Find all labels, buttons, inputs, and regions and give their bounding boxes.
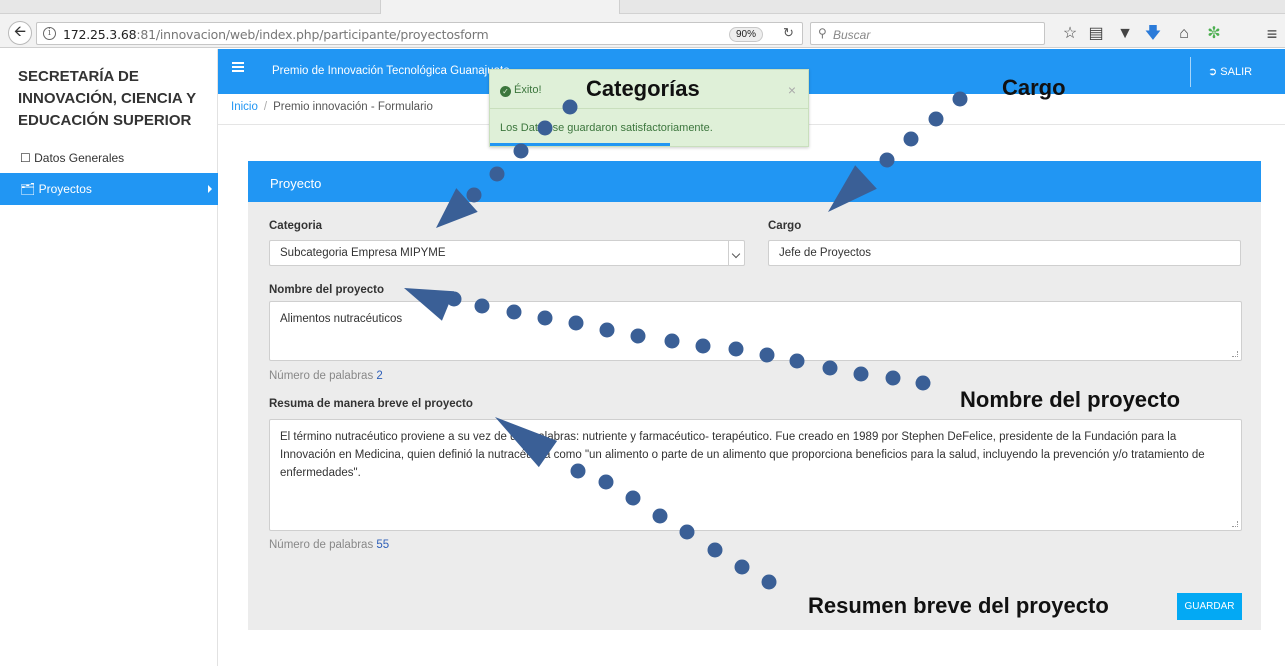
categoria-value: Subcategoria Empresa MIPYME <box>280 247 446 259</box>
card-header: Proyecto <box>248 161 1261 202</box>
zoom-level[interactable]: 90% <box>729 27 764 42</box>
browser-toolbar: 🡨 i 172.25.3.68:81/innovacion/web/index.… <box>0 0 1285 48</box>
menu-icon[interactable]: ≡ <box>1262 24 1282 44</box>
cargo-field[interactable]: Jefe de Proyectos <box>768 240 1241 266</box>
divider <box>490 108 808 109</box>
brand-title: SECRETARÍA DE INNOVACIÓN, CIENCIA Y EDUC… <box>18 68 196 129</box>
annotation-resumen: Resumen breve del proyecto <box>808 593 1109 618</box>
card-title: Proyecto <box>270 176 322 191</box>
divider <box>1190 57 1191 87</box>
extension-icon[interactable]: ✼ <box>1204 24 1224 44</box>
folder-open-icon: 🗂 <box>20 182 36 196</box>
cargo-label: Cargo <box>768 220 802 232</box>
sign-out-icon: ➲ <box>1208 66 1218 78</box>
breadcrumb-home-link[interactable]: Inicio <box>231 101 258 113</box>
resize-grip-icon[interactable] <box>1232 351 1238 357</box>
caret-right-icon <box>208 185 212 193</box>
address-bar[interactable]: i 172.25.3.68:81/innovacion/web/index.ph… <box>36 22 803 45</box>
sidebar: SECRETARÍA DE INNOVACIÓN, CIENCIA Y EDUC… <box>0 49 218 666</box>
sidebar-item-label: Proyectos <box>38 182 92 196</box>
resumen-value: El término nutracéutico proviene a su ve… <box>280 431 1205 479</box>
toast-title: ✓ Éxito! <box>500 84 542 97</box>
chevron-down-icon <box>728 241 744 265</box>
nombre-value: Alimentos nutracéuticos <box>280 313 403 325</box>
resumen-word-count: Número de palabras 55 <box>269 539 390 551</box>
categoria-label: Categoria <box>269 220 323 232</box>
annotation-cargo: Cargo <box>1002 75 1066 100</box>
nombre-word-count: Número de palabras 2 <box>269 370 383 382</box>
download-icon[interactable]: 🡇 <box>1143 24 1163 44</box>
url-text: 172.25.3.68:81/innovacion/web/index.php/… <box>63 27 489 42</box>
breadcrumb: Inicio / Premio innovación - Formulario <box>231 101 433 113</box>
sidebar-item-proyectos[interactable]: 🗂 Proyectos <box>0 173 218 205</box>
reading-list-icon[interactable]: ▤ <box>1086 24 1106 44</box>
arrow-left-icon: 🡨 <box>13 22 27 40</box>
search-icon: ⚲ <box>818 26 827 40</box>
close-icon[interactable]: × <box>788 82 796 98</box>
star-icon[interactable]: ☆ <box>1060 24 1080 44</box>
search-input[interactable]: ⚲ Buscar <box>810 22 1045 45</box>
app-title: Premio de Innovación Tecnológica Guanaju… <box>272 65 510 77</box>
annotation-dot-cargo <box>903 131 919 147</box>
cargo-value: Jefe de Proyectos <box>779 247 872 259</box>
nombre-textarea[interactable]: Alimentos nutracéuticos <box>269 301 1242 361</box>
hamburger-icon[interactable] <box>232 62 244 72</box>
resize-grip-icon[interactable] <box>1232 521 1238 527</box>
breadcrumb-current: Premio innovación - Formulario <box>273 101 433 113</box>
reload-icon[interactable]: ↻ <box>783 25 794 41</box>
search-placeholder: Buscar <box>833 28 871 42</box>
sidebar-item-label: Datos Generales <box>34 151 125 165</box>
toast-message: Los Datos se guardaron satisfactoriament… <box>500 122 713 134</box>
back-button[interactable]: 🡨 <box>8 21 32 45</box>
annotation-nombre: Nombre del proyecto <box>960 387 1181 412</box>
toast-progress-bar <box>490 143 670 146</box>
categoria-select[interactable]: Subcategoria Empresa MIPYME <box>269 240 745 266</box>
resumen-textarea[interactable]: El término nutracéutico proviene a su ve… <box>269 419 1242 531</box>
square-icon: ☐ <box>20 151 31 165</box>
browser-tab[interactable] <box>380 0 620 14</box>
tab-strip <box>0 0 1285 14</box>
save-button[interactable]: GUARDAR <box>1177 593 1242 620</box>
resumen-label: Resuma de manera breve el proyecto <box>269 398 473 410</box>
annotation-categorias: Categorías <box>586 76 700 101</box>
logout-button[interactable]: ➲ SALIR <box>1208 65 1252 78</box>
nombre-label: Nombre del proyecto <box>269 284 385 296</box>
sidebar-item-datos-generales[interactable]: ☐ Datos Generales <box>0 142 218 174</box>
check-circle-icon: ✓ <box>500 86 511 97</box>
info-icon[interactable]: i <box>43 27 56 40</box>
pocket-icon[interactable]: ▼ <box>1115 24 1135 44</box>
home-icon[interactable]: ⌂ <box>1174 24 1194 44</box>
